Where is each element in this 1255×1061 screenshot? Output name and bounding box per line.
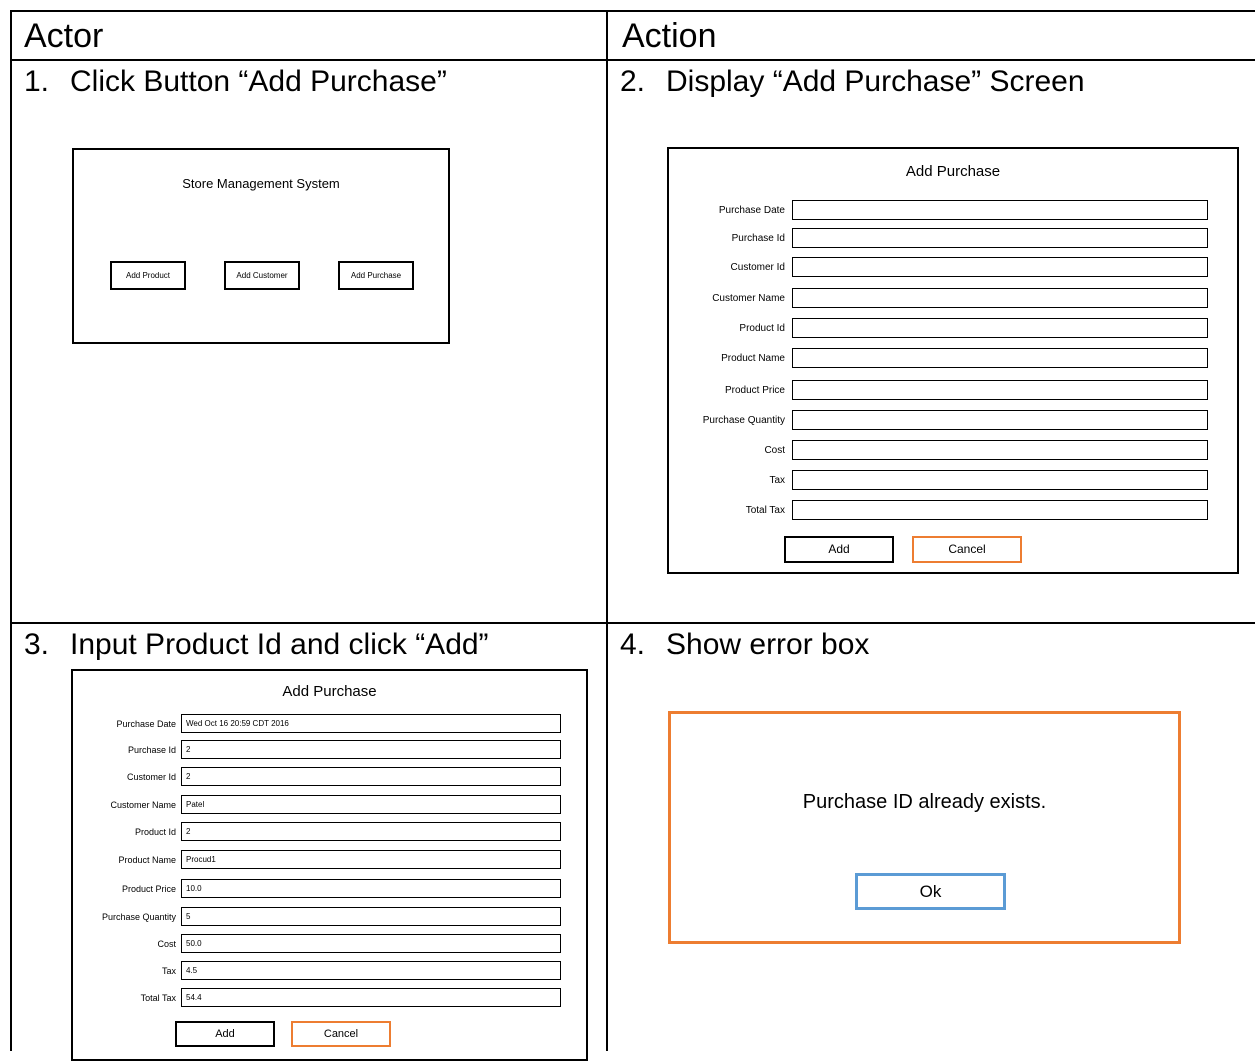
step-2: 2. Display “Add Purchase” Screen	[620, 64, 1085, 100]
filled-form-input[interactable]: 2	[181, 767, 561, 786]
header-action: Action	[622, 17, 717, 55]
cancel-button[interactable]: Cancel	[912, 536, 1022, 563]
form-label: Customer Id	[730, 262, 785, 273]
filled-form-input[interactable]: Wed Oct 16 20:59 CDT 2016	[181, 714, 561, 733]
form-label: Purchase Id	[731, 233, 785, 244]
table-border-top	[10, 10, 1255, 12]
filled-add-purchase-title: Add Purchase	[282, 683, 377, 700]
filled-form-input[interactable]: Patel	[181, 795, 561, 814]
form-input[interactable]	[792, 500, 1208, 520]
filled-form-label: Customer Id	[126, 772, 176, 782]
form-input[interactable]	[792, 380, 1208, 400]
filled-cancel-button[interactable]: Cancel	[291, 1021, 391, 1047]
step-1-number: 1.	[24, 65, 50, 98]
step-3: 3. Input Product Id and click “Add”	[24, 627, 489, 663]
form-label: Product Id	[739, 323, 785, 334]
form-input[interactable]	[792, 257, 1208, 277]
filled-form-label: Product Id	[134, 827, 176, 837]
step-3-text: Input Product Id and click “Add”	[70, 628, 489, 661]
add-purchase-window: Add Purchase Add Cancel Purchase Date Pur…	[667, 147, 1239, 574]
filled-form-label: Purchase Quantity	[101, 912, 176, 922]
error-message: Purchase ID already exists.	[802, 791, 1047, 813]
filled-form-input[interactable]: 50.0	[181, 934, 561, 953]
filled-form-label: Cost	[157, 939, 176, 949]
filled-form-input[interactable]: 2	[181, 740, 561, 759]
form-label: Purchase Quantity	[702, 415, 785, 426]
add-purchase-title: Add Purchase	[905, 163, 1001, 180]
form-input[interactable]	[792, 200, 1208, 220]
main-screen-window: Store Management System Add Product Add …	[72, 148, 450, 344]
step-4-number: 4.	[620, 628, 646, 661]
table-row-divider-2	[10, 622, 1255, 624]
step-1-text: Click Button “Add Purchase”	[70, 65, 447, 98]
step-2-text: Display “Add Purchase” Screen	[666, 65, 1085, 98]
add-button[interactable]: Add	[784, 536, 894, 563]
header-actor: Actor	[24, 17, 104, 55]
add-product-button[interactable]: Add Product	[110, 261, 186, 290]
table-divider-vertical	[606, 10, 608, 1051]
table-row-divider-1	[10, 59, 1255, 61]
step-2-number: 2.	[620, 65, 646, 98]
ok-button[interactable]: Ok	[855, 873, 1006, 910]
form-label: Product Name	[721, 353, 785, 364]
filled-add-purchase-window: Add Purchase Add Cancel Purchase Date Wed…	[71, 669, 588, 1061]
step-1: 1. Click Button “Add Purchase”	[24, 64, 447, 100]
filled-form-label: Customer Name	[110, 800, 176, 810]
form-input[interactable]	[792, 318, 1208, 338]
filled-form-input[interactable]: 2	[181, 822, 561, 841]
form-input[interactable]	[792, 288, 1208, 308]
step-3-number: 3.	[24, 628, 50, 661]
form-input[interactable]	[792, 470, 1208, 490]
form-input[interactable]	[792, 228, 1208, 248]
form-label: Cost	[764, 445, 785, 456]
filled-form-input[interactable]: 5	[181, 907, 561, 926]
form-label: Total Tax	[745, 505, 785, 516]
error-box: Purchase ID already exists. Ok	[668, 711, 1181, 944]
filled-add-button[interactable]: Add	[175, 1021, 275, 1047]
filled-form-label: Product Name	[118, 855, 176, 865]
filled-form-input[interactable]: Procud1	[181, 850, 561, 869]
add-purchase-button[interactable]: Add Purchase	[338, 261, 414, 290]
filled-form-input[interactable]: 4.5	[181, 961, 561, 980]
form-label: Customer Name	[712, 293, 785, 304]
form-input[interactable]	[792, 348, 1208, 368]
form-input[interactable]	[792, 440, 1208, 460]
filled-form-label: Product Price	[121, 884, 176, 894]
add-customer-button[interactable]: Add Customer	[224, 261, 300, 290]
main-screen-title: Store Management System	[182, 176, 340, 191]
form-label: Product Price	[724, 385, 785, 396]
step-4: 4. Show error box	[620, 627, 869, 663]
table-border-left	[10, 10, 12, 1051]
filled-form-label: Purchase Id	[127, 745, 176, 755]
filled-form-label: Total Tax	[140, 993, 176, 1003]
form-label: Purchase Date	[718, 205, 785, 216]
form-input[interactable]	[792, 410, 1208, 430]
filled-form-label: Purchase Date	[116, 719, 176, 729]
step-4-text: Show error box	[666, 628, 870, 661]
filled-form-label: Tax	[161, 966, 176, 976]
filled-form-input[interactable]: 10.0	[181, 879, 561, 898]
filled-form-input[interactable]: 54.4	[181, 988, 561, 1007]
form-label: Tax	[769, 475, 785, 486]
